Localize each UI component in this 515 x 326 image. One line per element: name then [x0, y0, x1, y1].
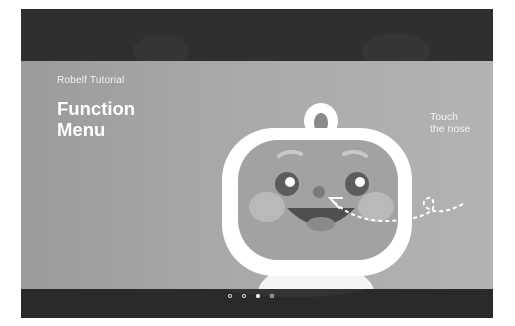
page-dot-4[interactable] [270, 294, 274, 298]
page-indicator[interactable] [228, 294, 274, 298]
tutorial-screen [21, 9, 493, 318]
slide-title-line-1: Function [57, 98, 136, 119]
top-shadow-area [21, 9, 493, 61]
slide-title-line-2: Menu [57, 119, 106, 140]
instruction-line-2: the nose [430, 123, 471, 135]
page-dot-2[interactable] [242, 294, 246, 298]
instruction-text: Touch the nose [430, 111, 470, 135]
robot-illustration [222, 103, 464, 289]
slide-title: Function Menu [57, 98, 135, 140]
instruction-line-1: Touch [430, 111, 459, 123]
tutorial-label: Robelf Tutorial [57, 75, 125, 86]
tutorial-slide[interactable] [21, 61, 493, 289]
robot-nose [313, 186, 325, 198]
top-background-shapes-icon [133, 33, 430, 61]
page-dot-3[interactable] [256, 294, 260, 298]
page-dot-1[interactable] [228, 294, 232, 298]
